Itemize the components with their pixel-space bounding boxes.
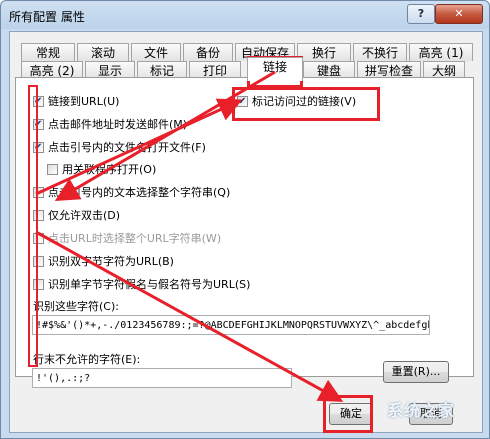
option-label: 点击邮件地址时发送邮件(M)	[48, 118, 188, 131]
annotation-box-ok	[323, 395, 373, 433]
tab-row1-6[interactable]: 不换行	[353, 43, 407, 61]
tab-row2-4[interactable]: 链接	[247, 57, 303, 81]
end-chars-input[interactable]: !'(),.:;?	[32, 368, 292, 388]
option-label: 仅允许双击(D)	[48, 209, 121, 222]
option-label: 点击引号内的文本选择整个字符串(Q)	[48, 186, 231, 199]
option-row[interactable]: 用关联程序打开(O)	[47, 162, 156, 178]
option-label: 识别单字节字符假名与假名符号为URL(S)	[48, 278, 251, 291]
option-row: 点击URL时选择整个URL字符串(W)	[33, 231, 221, 247]
annotation-box-visited	[232, 87, 380, 121]
option-label: 点击引号内的文件名打开文件(F)	[48, 141, 206, 154]
option-checkbox[interactable]	[47, 163, 58, 175]
annotation-box-options	[28, 85, 38, 367]
tab-row1-1[interactable]: 滚动	[77, 43, 129, 61]
option-row[interactable]: 链接到URL(U)	[33, 94, 119, 110]
close-button[interactable]: ✕	[435, 4, 483, 24]
properties-window: 所有配置 属性 ? ✕ 常规 滚动 文件 备份 自动保存 换行 不换行 高亮 (1) 高亮 (2…	[0, 0, 490, 439]
option-row[interactable]: 识别单字节字符假名与假名符号为URL(S)	[33, 277, 250, 293]
option-row[interactable]: 识别双字节字符为URL(B)	[33, 254, 174, 270]
recognize-chars-input[interactable]: !#$%&'()*+,-./0123456789:;=?@ABCDEFGHIJK…	[32, 315, 430, 335]
window-title: 所有配置 属性	[9, 10, 85, 24]
option-label: 链接到URL(U)	[48, 95, 120, 108]
option-label: 用关联程序打开(O)	[62, 163, 157, 176]
watermark-text: 系统之家	[387, 401, 456, 420]
option-label: 识别双字节字符为URL(B)	[48, 255, 174, 268]
title-bar[interactable]: 所有配置 属性 ? ✕	[1, 1, 489, 31]
recognize-chars-label: 识别这些字符(C):	[33, 300, 119, 313]
tab-row1-5[interactable]: 换行	[297, 43, 351, 61]
option-row[interactable]: 点击邮件地址时发送邮件(M)	[33, 117, 187, 133]
option-label: 点击URL时选择整个URL字符串(W)	[48, 232, 222, 245]
end-chars-label: 行末不允许的字符(E):	[33, 353, 141, 366]
tab-row1-7[interactable]: 高亮 (1)	[409, 43, 473, 61]
option-row[interactable]: 点击引号内的文件名打开文件(F)	[33, 140, 206, 156]
help-button[interactable]: ?	[407, 4, 435, 24]
option-row[interactable]: 仅允许双击(D)	[33, 208, 120, 224]
option-row[interactable]: 点击引号内的文本选择整个字符串(Q)	[33, 185, 230, 201]
tab-row1-0[interactable]: 常规	[21, 43, 75, 61]
tab-row1-2[interactable]: 文件	[131, 43, 181, 61]
reset-button[interactable]: 重置(R)...	[383, 361, 449, 383]
tab-row1-3[interactable]: 备份	[183, 43, 233, 61]
